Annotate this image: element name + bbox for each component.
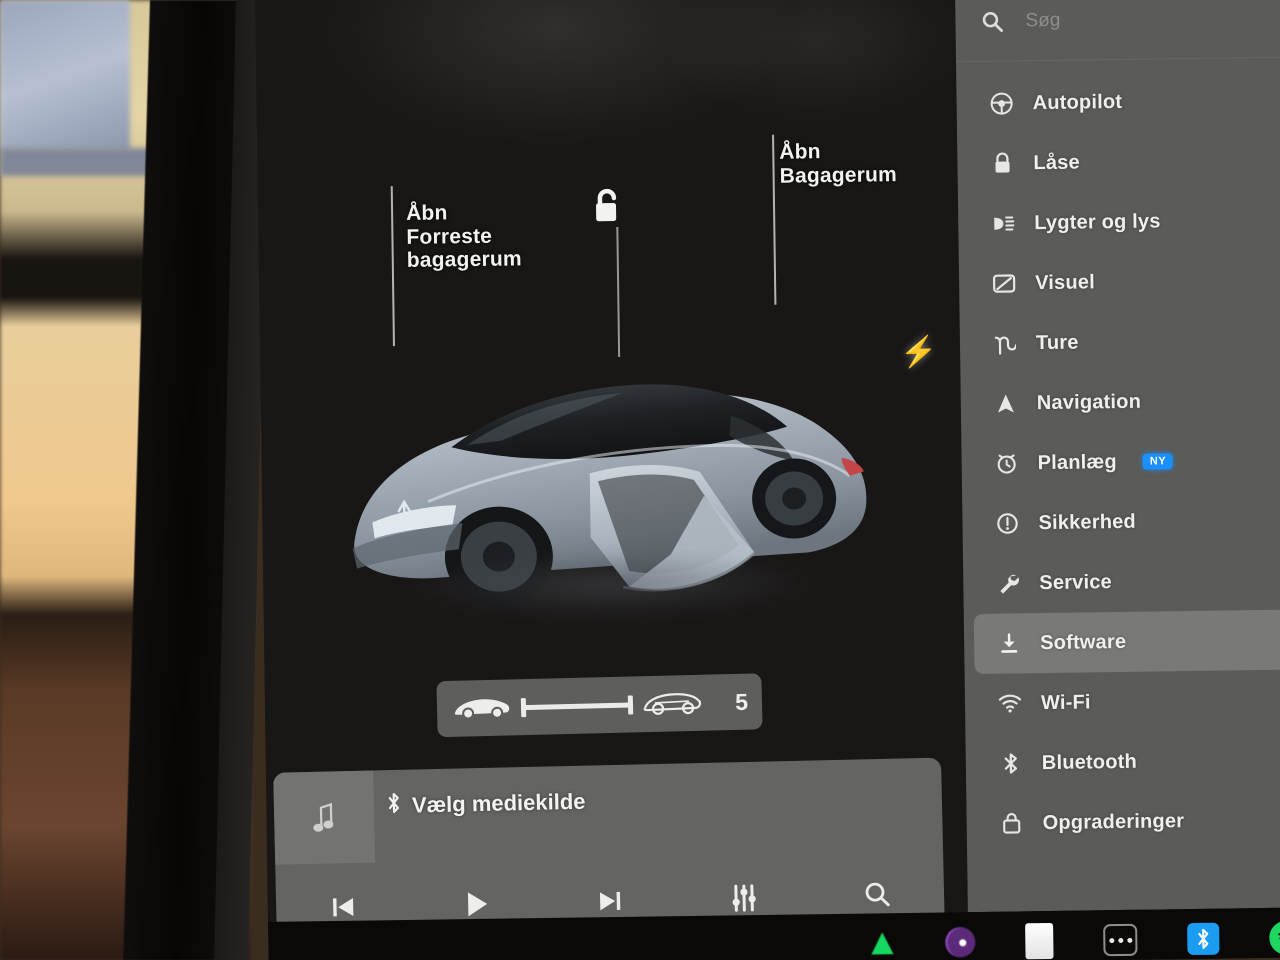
skip-previous-icon[interactable] bbox=[276, 891, 410, 924]
frunk-line2: Forreste bbox=[406, 224, 493, 249]
more-dots-icon[interactable] bbox=[1103, 923, 1138, 957]
sidebar-item-label: Bluetooth bbox=[1041, 750, 1138, 774]
screenshot-root: Åbn Forreste bagagerum Åbn Bagagerum ⚡ 5… bbox=[0, 0, 1280, 960]
sidebar-item-navigation[interactable]: Navigation bbox=[970, 370, 1280, 434]
purple-lens-icon[interactable] bbox=[945, 925, 976, 959]
sidebar-item-label: Service bbox=[1039, 570, 1113, 594]
sidebar-item-label: Navigation bbox=[1036, 390, 1142, 414]
trunk-line1: Åbn bbox=[779, 140, 821, 164]
open-trunk-callout[interactable]: Åbn Bagagerum bbox=[779, 139, 897, 188]
sidebar-item-label: Sikkerhed bbox=[1038, 510, 1137, 534]
car-rear-icon bbox=[641, 686, 704, 721]
spotify-icon[interactable] bbox=[1269, 920, 1280, 955]
car-front-icon bbox=[451, 691, 514, 726]
lightning-bolt-icon: ⚡ bbox=[899, 335, 938, 370]
download-icon bbox=[996, 630, 1022, 656]
sidebar-item-wifi[interactable]: Wi-Fi bbox=[975, 670, 1280, 734]
vehicle-image[interactable]: ⚡ bbox=[299, 283, 938, 652]
sidebar-item-label: Lygter og lys bbox=[1034, 209, 1161, 234]
search-icon bbox=[979, 8, 1005, 34]
background-object bbox=[0, 0, 130, 150]
bluetooth-icon bbox=[386, 792, 403, 820]
settings-sidebar: Søg Autopilot Låse Lygter og lys Visuel … bbox=[954, 0, 1280, 913]
search-bar[interactable]: Søg bbox=[954, 0, 1280, 63]
sidebar-item-label: Ture bbox=[1035, 331, 1079, 354]
search-input[interactable]: Søg bbox=[1025, 9, 1060, 31]
sidebar-item-locks[interactable]: Låse bbox=[967, 130, 1280, 194]
sidebar-item-schedule[interactable]: Planlæg NY bbox=[971, 430, 1280, 494]
play-icon[interactable] bbox=[409, 886, 543, 923]
music-note-icon bbox=[273, 770, 376, 865]
winding-road-icon bbox=[992, 330, 1018, 356]
sidebar-item-label: Wi-Fi bbox=[1040, 690, 1091, 714]
sidebar-item-service[interactable]: Service bbox=[973, 550, 1280, 614]
sidebar-item-label: Software bbox=[1040, 630, 1127, 654]
open-frunk-callout[interactable]: Åbn Forreste bagagerum bbox=[406, 200, 522, 272]
display-icon bbox=[991, 270, 1017, 296]
vehicle-shadow bbox=[332, 533, 894, 637]
follow-distance-value: 5 bbox=[734, 688, 749, 715]
sidebar-item-display[interactable]: Visuel bbox=[969, 250, 1280, 314]
sidebar-item-safety[interactable]: Sikkerhed bbox=[972, 490, 1280, 554]
alarm-clock-icon bbox=[993, 450, 1019, 476]
distance-bar-icon bbox=[520, 701, 634, 710]
bluetooth-app-icon[interactable] bbox=[1187, 922, 1220, 956]
search-icon[interactable] bbox=[810, 879, 944, 912]
shopping-bag-icon bbox=[999, 810, 1025, 836]
exclamation-circle-icon bbox=[994, 510, 1020, 536]
sidebar-item-label: Låse bbox=[1033, 151, 1080, 174]
sidebar-item-lights[interactable]: Lygter og lys bbox=[968, 190, 1280, 254]
media-source-label: Vælg mediekilde bbox=[411, 788, 586, 818]
white-card-icon[interactable] bbox=[1025, 922, 1054, 960]
frunk-line1: Åbn bbox=[405, 201, 448, 225]
background-object-secondary bbox=[0, 148, 160, 176]
sidebar-item-label: Opgraderinger bbox=[1042, 809, 1185, 834]
settings-menu-list: Autopilot Låse Lygter og lys Visuel Ture… bbox=[956, 58, 1280, 855]
follow-distance-indicator[interactable]: 5 bbox=[436, 673, 763, 738]
unlocked-padlock-icon[interactable] bbox=[590, 185, 625, 232]
trunk-leader-line bbox=[772, 134, 777, 305]
media-source-selector[interactable]: Vælg mediekilde bbox=[386, 788, 586, 821]
bluetooth-icon bbox=[998, 750, 1024, 776]
navigation-arrow-icon bbox=[993, 390, 1019, 416]
headlight-icon bbox=[990, 210, 1016, 236]
green-navigation-arrow-icon[interactable] bbox=[868, 926, 895, 960]
steering-wheel-icon bbox=[988, 90, 1014, 116]
frunk-line3: bagagerum bbox=[406, 247, 522, 272]
tesla-touchscreen: Åbn Forreste bagagerum Åbn Bagagerum ⚡ 5… bbox=[255, 0, 1280, 960]
sidebar-item-label: Autopilot bbox=[1032, 90, 1123, 114]
wrench-icon bbox=[995, 570, 1021, 596]
skip-next-icon[interactable] bbox=[543, 885, 677, 918]
sidebar-item-bluetooth[interactable]: Bluetooth bbox=[975, 730, 1280, 794]
lock-icon bbox=[989, 150, 1015, 176]
wifi-icon bbox=[997, 690, 1023, 716]
trunk-line2: Bagagerum bbox=[779, 162, 898, 188]
car-view-panel: Åbn Forreste bagagerum Åbn Bagagerum ⚡ 5… bbox=[255, 0, 968, 951]
sidebar-item-label: Visuel bbox=[1034, 270, 1096, 294]
sidebar-item-software[interactable]: Software bbox=[973, 609, 1280, 675]
sidebar-item-label: Planlæg bbox=[1037, 450, 1117, 474]
equalizer-icon[interactable] bbox=[677, 882, 811, 915]
sidebar-item-trips[interactable]: Ture bbox=[970, 310, 1280, 374]
sidebar-item-upgrades[interactable]: Opgraderinger bbox=[976, 790, 1280, 854]
sidebar-item-autopilot[interactable]: Autopilot bbox=[966, 70, 1280, 134]
status-badge: NY bbox=[1142, 453, 1174, 470]
